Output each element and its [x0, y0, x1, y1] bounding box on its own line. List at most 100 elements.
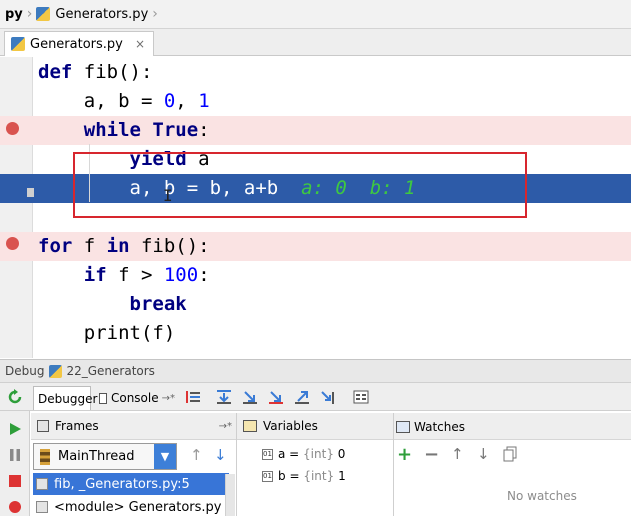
code-line[interactable]: break — [0, 290, 631, 319]
variable-row[interactable]: 01 a = {int} 0 — [262, 444, 345, 464]
code-token: , — [175, 90, 199, 112]
code-token: def — [38, 61, 73, 83]
watches-pane-header: Watches — [394, 413, 631, 440]
thread-selector[interactable]: MainThread ▼ — [33, 443, 177, 470]
close-icon[interactable]: × — [135, 37, 145, 51]
code-token: while True — [83, 119, 199, 141]
step-into-icon[interactable] — [242, 389, 258, 405]
highlight-box — [73, 152, 527, 218]
code-token: fib(): — [72, 61, 153, 83]
show-execution-point-icon[interactable] — [185, 389, 201, 405]
editor-tab-bar: Generators.py × — [0, 29, 631, 56]
code-token: for — [38, 235, 73, 257]
frames-header-label: Frames — [55, 419, 99, 433]
stack-frame-label: fib, _Generators.py:5 — [54, 476, 190, 492]
code-text: print(f) — [38, 319, 176, 348]
code-text: a, b = 0, 1 — [38, 87, 210, 116]
tab-console-label: Console — [110, 391, 159, 405]
tab-label: Generators.py — [30, 36, 123, 52]
code-text: if f > 100: — [38, 261, 210, 290]
variable-name: a — [278, 447, 286, 461]
rerun-icon[interactable] — [7, 389, 23, 405]
variable-name: b — [278, 469, 286, 483]
next-frame-arrow-icon[interactable]: ↓ — [214, 446, 227, 464]
chevron-right-icon: › — [26, 6, 33, 22]
breadcrumb-folder[interactable]: py — [5, 7, 23, 22]
no-watches-text: No watches — [507, 489, 577, 503]
tab-console[interactable]: Console →* — [95, 386, 179, 410]
code-line[interactable]: print(f) — [0, 319, 631, 348]
resume-icon[interactable] — [7, 421, 23, 437]
variable-value: 1 — [338, 469, 346, 483]
frames-pane-header: Frames →* — [31, 413, 236, 440]
navigation-breadcrumb: py › Generators.py › — [0, 0, 631, 29]
move-up-icon[interactable]: ↑ — [451, 445, 464, 463]
chevron-down-icon[interactable]: ▼ — [154, 444, 176, 469]
code-token: a, b = — [38, 90, 164, 112]
frame-icon — [36, 478, 48, 490]
tab-debugger-label: Debugger — [38, 391, 98, 406]
breakpoint-line[interactable]: while True: — [0, 116, 631, 145]
code-token: 1 — [198, 90, 210, 112]
code-token: : — [198, 119, 210, 141]
step-out-icon[interactable] — [294, 389, 310, 405]
pin-arrow-icon: →* — [161, 392, 175, 404]
previous-frame-arrow-icon[interactable]: ↑ — [190, 446, 203, 464]
breakpoint-icon[interactable] — [6, 237, 19, 250]
variable-row[interactable]: 01 b = {int} 1 — [262, 466, 346, 486]
stack-frame-row[interactable]: fib, _Generators.py:5 — [33, 473, 229, 495]
code-text: def fib(): — [38, 58, 152, 87]
debug-title-label: Debug — [5, 364, 45, 378]
step-into-my-code-icon[interactable] — [268, 389, 284, 405]
view-breakpoints-icon[interactable] — [7, 499, 23, 515]
python-file-icon — [11, 37, 25, 51]
pause-icon[interactable] — [7, 447, 23, 463]
chevron-right-icon: › — [152, 6, 158, 22]
remove-watch-icon[interactable]: − — [424, 444, 439, 465]
frame-icon — [36, 501, 48, 513]
watches-header-label: Watches — [414, 419, 465, 434]
code-token: break — [129, 293, 187, 315]
run-configuration-name[interactable]: 22_Generators — [66, 364, 154, 378]
int-variable-icon: 01 — [262, 470, 273, 482]
breadcrumb-file[interactable]: Generators.py — [36, 7, 148, 22]
code-text: break — [38, 290, 187, 319]
breadcrumb-file-label: Generators.py — [55, 6, 149, 22]
evaluate-expression-icon[interactable] — [353, 389, 369, 405]
duplicate-watch-icon[interactable] — [502, 446, 518, 462]
step-over-icon[interactable] — [216, 389, 232, 405]
run-to-cursor-icon[interactable] — [320, 389, 336, 405]
code-line[interactable]: a, b = 0, 1 — [0, 87, 631, 116]
add-watch-icon[interactable]: + — [397, 444, 412, 465]
equals-sign: = — [285, 447, 304, 461]
tab-debugger[interactable]: Debugger — [33, 386, 97, 410]
code-token: 100 — [163, 264, 199, 286]
code-token: in — [106, 235, 130, 257]
execution-point-icon — [27, 188, 34, 197]
watches-icon — [396, 420, 410, 433]
code-line[interactable]: if f > 100: — [0, 261, 631, 290]
stack-frame-label: <module> Generators.py — [54, 499, 222, 515]
console-icon — [99, 392, 107, 404]
variables-icon — [243, 420, 257, 432]
code-text: while True: — [38, 116, 210, 145]
stack-frame-row[interactable]: <module> Generators.py — [33, 496, 229, 516]
variable-value: 0 — [337, 447, 346, 461]
stop-icon[interactable] — [7, 473, 23, 489]
move-down-icon[interactable]: ↓ — [477, 445, 490, 463]
code-token: 0 — [163, 90, 176, 112]
code-line[interactable]: def fib(): — [0, 58, 631, 87]
frames-scrollbar[interactable] — [225, 474, 235, 516]
tab-generators-py[interactable]: Generators.py × — [4, 31, 154, 56]
code-token: if — [83, 264, 107, 286]
variables-header-label: Variables — [263, 419, 318, 433]
breakpoint-line[interactable]: for f in fib(): — [0, 232, 631, 261]
pin-arrow-icon[interactable]: →* — [219, 421, 232, 432]
breakpoint-icon[interactable] — [6, 122, 19, 135]
python-file-icon — [36, 7, 51, 21]
code-token: : — [198, 264, 210, 286]
debug-tool-window-title: Debug 22_Generators — [0, 359, 631, 383]
frames-icon — [37, 420, 49, 432]
